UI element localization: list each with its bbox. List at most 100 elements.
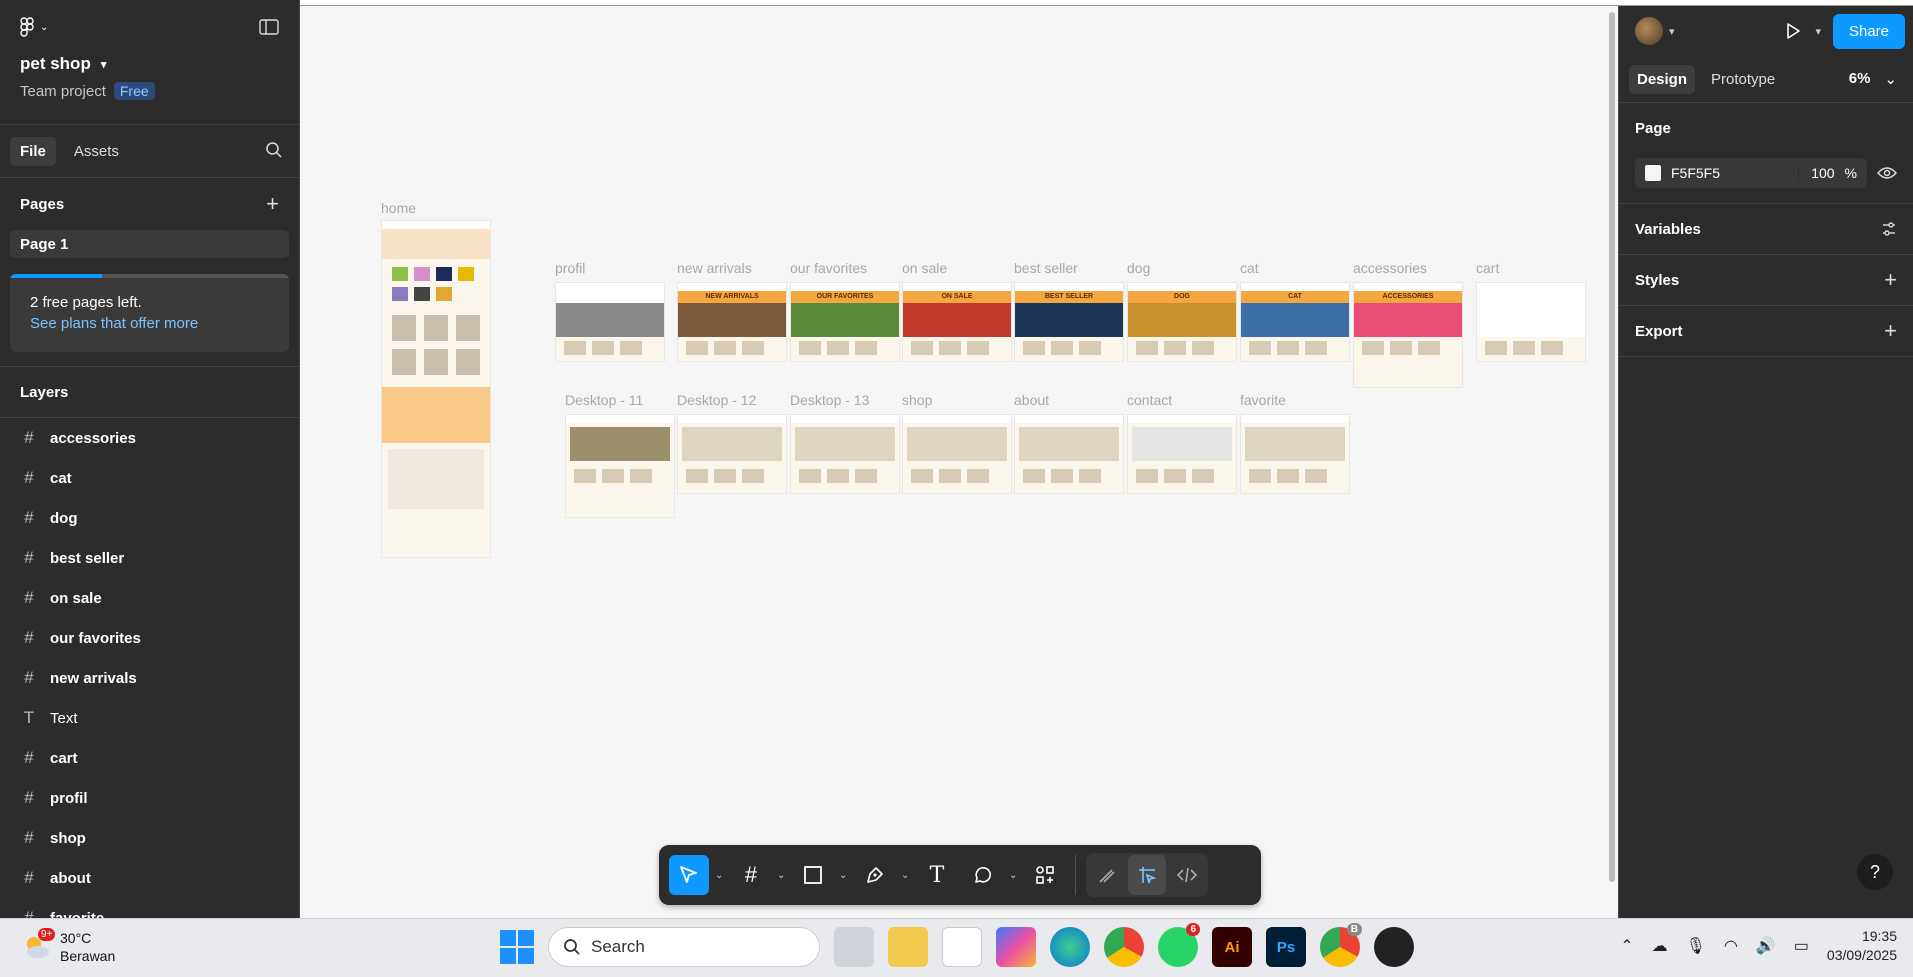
microphone-icon[interactable]: 🎙 [1686,936,1706,956]
layer-item[interactable]: # our favorites [0,618,299,658]
layer-item[interactable]: # cat [0,458,299,498]
tab-prototype[interactable]: Prototype [1703,65,1783,94]
layer-item[interactable]: # profil [0,778,299,818]
edge-icon[interactable] [1050,927,1090,967]
chevron-down-icon[interactable]: ▾ [1815,25,1821,38]
fill-opacity[interactable]: 100 % [1798,165,1857,181]
tab-file[interactable]: File [10,136,56,166]
chrome-profile-icon[interactable]: B [1320,923,1362,967]
text-tool[interactable]: T [917,855,957,895]
obs-icon[interactable] [1374,927,1414,967]
chevron-down-icon[interactable]: ⌄ [901,870,911,881]
tab-design[interactable]: Design [1629,64,1696,94]
volume-icon[interactable]: 🔊 [1756,936,1776,956]
sliders-icon[interactable] [1881,221,1897,237]
help-button[interactable]: ? [1857,854,1893,890]
sidebar-toggle-icon[interactable] [259,19,279,35]
task-view-icon[interactable] [834,927,874,967]
draw-mode[interactable] [1088,855,1126,895]
illustrator-icon[interactable]: Ai [1212,927,1252,967]
layer-item[interactable]: # new arrivals [0,658,299,698]
frame-label[interactable]: profil [555,260,585,276]
frame-label[interactable]: Desktop - 11 [565,392,643,408]
project-name[interactable]: pet shop ▾ [20,54,279,74]
dev-mode[interactable] [1168,855,1206,895]
avatar[interactable] [1635,17,1663,45]
frame-label[interactable]: shop [902,392,932,408]
frame-thumbnail[interactable] [902,414,1012,494]
chrome-icon[interactable] [1104,927,1144,967]
frame-thumbnail[interactable] [790,414,900,494]
add-page-icon[interactable]: + [266,191,279,217]
chevron-down-icon[interactable]: ▾ [1669,25,1675,38]
frame-thumbnail[interactable]: DOG [1127,282,1237,362]
windows-start-icon[interactable] [500,930,534,964]
frame-label[interactable]: new arrivals [677,260,752,276]
wifi-icon[interactable]: ◠ [1724,936,1738,956]
share-button[interactable]: Share [1832,13,1905,49]
variables-section[interactable]: Variables [1619,204,1913,254]
frame-home[interactable] [381,220,491,558]
frame-thumbnail[interactable] [677,414,787,494]
file-explorer-icon[interactable] [888,927,928,967]
frame-thumbnail[interactable] [1476,282,1586,362]
layer-item[interactable]: # accessories [0,418,299,458]
zoom-control[interactable]: 6% ⌄ [1849,70,1903,88]
battery-icon[interactable]: ▭ [1794,936,1809,956]
frame-label[interactable]: dog [1127,260,1150,276]
frame-tool[interactable]: # [731,855,771,895]
clock[interactable]: 19:35 03/09/2025 [1827,927,1897,965]
add-export-icon[interactable]: + [1884,318,1897,344]
chevron-down-icon[interactable]: ⌄ [839,870,849,881]
actions-tool[interactable] [1025,855,1065,895]
weather-widget[interactable]: 9+ 30°C Berawan [22,928,115,965]
photoshop-icon[interactable]: Ps [1266,927,1306,967]
frame-thumbnail[interactable] [1240,414,1350,494]
taskbar-search[interactable]: Search [548,927,820,967]
frame-label-home[interactable]: home [381,200,416,216]
play-icon[interactable] [1783,21,1803,41]
main-menu-button[interactable]: ⌄ [20,17,48,37]
cloud-off-icon[interactable]: ☁ [1652,936,1668,956]
frame-label[interactable]: about [1014,392,1049,408]
frame-thumbnail[interactable]: OUR FAVORITES [790,282,900,362]
eye-icon[interactable] [1877,166,1897,180]
pen-tool[interactable] [855,855,895,895]
color-swatch[interactable] [1645,165,1661,181]
canvas-scrollbar[interactable] [1609,12,1615,882]
layer-item[interactable]: # on sale [0,578,299,618]
frame-label[interactable]: cart [1476,260,1499,276]
frame-label[interactable]: Desktop - 13 [790,392,869,408]
chevron-up-icon[interactable]: ⌃ [1620,936,1633,956]
see-plans-link[interactable]: See plans that offer more [30,315,269,332]
frame-thumbnail[interactable]: BEST SELLER [1014,282,1124,362]
frame-label[interactable]: our favorites [790,260,867,276]
frame-thumbnail[interactable]: NEW ARRIVALS [677,282,787,362]
frame-label[interactable]: contact [1127,392,1172,408]
move-tool[interactable] [669,855,709,895]
frame-label[interactable]: cat [1240,260,1259,276]
frame-label[interactable]: favorite [1240,392,1286,408]
frame-thumbnail[interactable] [1014,414,1124,494]
page-fill-field[interactable]: F5F5F5 100 % [1635,158,1867,188]
search-icon[interactable] [265,141,283,159]
tab-assets[interactable]: Assets [64,137,129,166]
layer-item[interactable]: # about [0,858,299,898]
plan-badge[interactable]: Free [113,82,155,100]
chevron-down-icon[interactable]: ⌄ [777,870,787,881]
design-mode[interactable] [1128,855,1166,895]
frame-thumbnail[interactable] [1127,414,1237,494]
layer-item[interactable]: # shop [0,818,299,858]
frame-thumbnail[interactable]: ACCESSORIES [1353,282,1463,388]
frame-label[interactable]: accessories [1353,260,1427,276]
copilot-icon[interactable] [996,927,1036,967]
frame-label[interactable]: best seller [1014,260,1078,276]
layer-item[interactable]: # best seller [0,538,299,578]
add-style-icon[interactable]: + [1884,267,1897,293]
frame-label[interactable]: on sale [902,260,947,276]
fill-hex-value[interactable]: F5F5F5 [1671,165,1788,181]
layer-item[interactable]: # cart [0,738,299,778]
frame-thumbnail[interactable] [565,414,675,518]
page-item-page-1[interactable]: Page 1 [10,230,289,258]
canvas[interactable]: home profil new arrivals NEW ARRIVALS our f… [301,6,1618,918]
